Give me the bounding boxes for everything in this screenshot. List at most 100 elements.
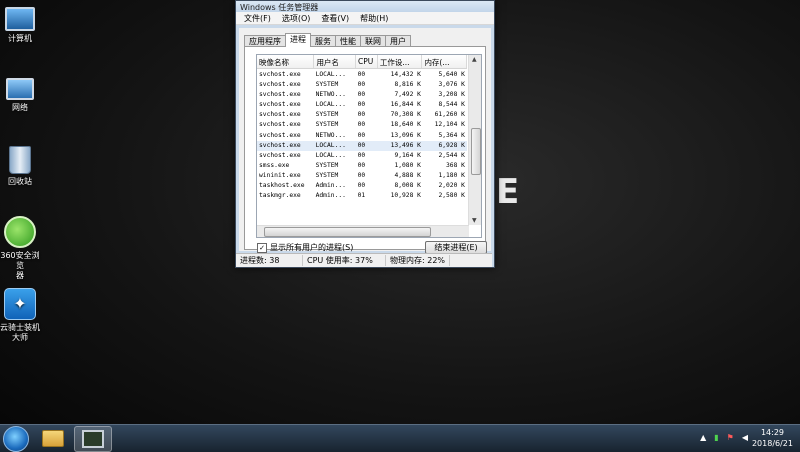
process-user-name: SYSTEM (315, 81, 339, 89)
desktop-icon-network[interactable]: 网络 (0, 72, 40, 113)
tab-strip: 应用程序 进程 服务 性能 联网 用户 (244, 33, 411, 47)
table-row[interactable]: taskhost.exe Admin... 00 8,008 K 2,020 K (257, 181, 467, 191)
status-cpu-usage: CPU 使用率: 37% (303, 255, 386, 266)
process-memory: 2,544 K (438, 151, 465, 159)
process-working-set: 70,308 K (390, 111, 421, 119)
table-row[interactable]: smss.exe SYSTEM 00 1,080 K 368 K (257, 161, 467, 171)
show-hidden-icons-icon[interactable]: ▲ (700, 433, 706, 442)
desktop-icon-label: 云骑士装机 (0, 323, 40, 332)
process-working-set: 13,096 K (390, 131, 421, 139)
status-memory-usage: 物理内存: 22% (386, 255, 451, 266)
status-bar: 进程数: 38 CPU 使用率: 37% 物理内存: 22% (236, 253, 492, 267)
table-row[interactable]: svchost.exe LOCAL... 00 13,496 K 6,928 K (257, 140, 467, 151)
vertical-scroll-thumb[interactable] (471, 128, 481, 175)
process-cpu: 01 (357, 192, 366, 200)
show-all-users-checkbox[interactable]: ✓ 显示所有用户的进程(S) (257, 242, 353, 253)
table-row[interactable]: svchost.exe LOCAL... 00 16,844 K 8,544 K (257, 100, 467, 110)
process-cpu: 00 (357, 131, 366, 139)
column-memory[interactable]: 内存(... (422, 55, 468, 68)
process-cpu: 00 (357, 91, 366, 99)
process-cpu: 00 (357, 141, 366, 149)
horizontal-scroll-thumb[interactable] (264, 227, 431, 237)
column-working-set[interactable]: 工作设... (378, 55, 423, 68)
action-center-icon[interactable]: ⚑ (727, 433, 734, 442)
column-user-name[interactable]: 用户名 (314, 55, 357, 68)
process-working-set: 8,008 K (394, 182, 421, 190)
column-image-name[interactable]: 映像名称 (257, 55, 315, 68)
process-memory: 8,544 K (438, 101, 465, 109)
window-client-area: 应用程序 进程 服务 性能 联网 用户 映像名称 用户名 CPU 工作设... … (239, 28, 491, 254)
table-row[interactable]: svchost.exe LOCAL... 00 9,164 K 2,544 K (257, 151, 467, 161)
table-row[interactable]: svchost.exe SYSTEM 00 18,640 K 12,104 K (257, 120, 467, 130)
table-row[interactable]: wininit.exe SYSTEM 00 4,888 K 1,180 K (257, 171, 467, 181)
menu-file[interactable]: 文件(F) (244, 13, 271, 24)
process-working-set: 8,816 K (394, 81, 421, 89)
process-memory: 12,104 K (434, 121, 465, 129)
process-user-name: NETWO... (315, 131, 346, 139)
clock-date: 2018/6/21 (751, 439, 793, 448)
volume-icon[interactable]: ◀ (742, 433, 748, 442)
process-cpu: 00 (357, 101, 366, 109)
process-user-name: SYSTEM (315, 111, 339, 119)
browser-360-icon (4, 216, 36, 248)
process-working-set: 18,640 K (390, 121, 421, 129)
table-row[interactable]: svchost.exe SYSTEM 00 70,308 K 61,260 K (257, 110, 467, 120)
table-row[interactable]: svchost.exe SYSTEM 00 8,816 K 3,076 K (257, 80, 467, 90)
vertical-scrollbar[interactable]: ▲ ▼ (468, 55, 481, 225)
process-memory: 2,020 K (438, 182, 465, 190)
process-cpu: 00 (357, 182, 366, 190)
column-cpu[interactable]: CPU (356, 55, 378, 68)
menu-help[interactable]: 帮助(H) (360, 13, 388, 24)
menu-options[interactable]: 选项(O) (282, 13, 311, 24)
desktop-icon-computer[interactable]: 计算机 (0, 3, 40, 44)
process-user-name: SYSTEM (315, 161, 339, 169)
process-user-name: LOCAL... (315, 101, 346, 109)
taskbar-task-manager[interactable] (74, 426, 112, 452)
table-row[interactable]: svchost.exe NETWO... 00 7,492 K 3,208 K (257, 90, 467, 100)
process-memory: 61,260 K (434, 111, 465, 119)
desktop-icon-360-browser[interactable]: 360安全浏览 器 (0, 216, 40, 281)
computer-icon (5, 7, 35, 31)
process-image-name: taskhost.exe (259, 182, 305, 190)
table-row[interactable]: svchost.exe NETWO... 00 13,096 K 5,364 K (257, 131, 467, 141)
start-button[interactable] (3, 426, 29, 452)
process-user-name: Admin... (315, 182, 346, 190)
process-working-set: 1,080 K (394, 161, 421, 169)
desktop-icon-label: 大师 (12, 333, 28, 342)
process-memory: 3,076 K (438, 81, 465, 89)
scroll-up-icon[interactable]: ▲ (472, 56, 477, 63)
table-row[interactable]: svchost.exe LOCAL... 00 14,432 K 5,640 K (257, 70, 467, 80)
process-image-name: svchost.exe (259, 131, 301, 139)
process-cpu: 00 (357, 161, 366, 169)
process-cpu: 00 (357, 171, 366, 179)
process-list[interactable]: 映像名称 用户名 CPU 工作设... 内存(... svchost.exe LO… (256, 54, 482, 238)
process-user-name: Admin... (315, 192, 346, 200)
process-working-set: 9,164 K (394, 151, 421, 159)
taskbar-explorer[interactable] (35, 426, 71, 450)
checkbox-box[interactable]: ✓ (257, 242, 267, 253)
horizontal-scrollbar[interactable] (257, 225, 469, 237)
table-row[interactable]: taskmgr.exe Admin... 01 10,928 K 2,580 K (257, 191, 467, 201)
task-manager-icon (82, 430, 104, 448)
clock[interactable]: 14:29 2018/6/21 (752, 427, 793, 449)
processes-panel: 映像名称 用户名 CPU 工作设... 内存(... svchost.exe LO… (244, 46, 487, 254)
process-image-name: taskmgr.exe (259, 192, 301, 200)
background-logo-text: E (496, 172, 520, 212)
scroll-down-icon[interactable]: ▼ (472, 217, 477, 224)
menu-view[interactable]: 查看(V) (321, 13, 349, 24)
yunqishi-icon: ✦ (4, 288, 36, 320)
desktop-icon-yunqishi[interactable]: ✦ 云骑士装机 大师 (0, 288, 40, 343)
process-image-name: svchost.exe (259, 111, 301, 119)
desktop-icon-recycle-bin[interactable]: 回收站 (0, 144, 40, 187)
recycle-bin-icon (9, 146, 31, 174)
process-image-name: svchost.exe (259, 121, 301, 129)
process-image-name: svchost.exe (259, 141, 301, 149)
desktop-icon-label: 计算机 (8, 34, 32, 43)
folder-icon (42, 429, 64, 447)
network-tray-icon[interactable]: ▮ (714, 433, 718, 442)
process-memory: 3,208 K (438, 91, 465, 99)
process-cpu: 00 (357, 151, 366, 159)
process-working-set: 13,496 K (390, 141, 421, 149)
tab-processes[interactable]: 进程 (285, 33, 311, 47)
process-memory: 2,580 K (438, 192, 465, 200)
